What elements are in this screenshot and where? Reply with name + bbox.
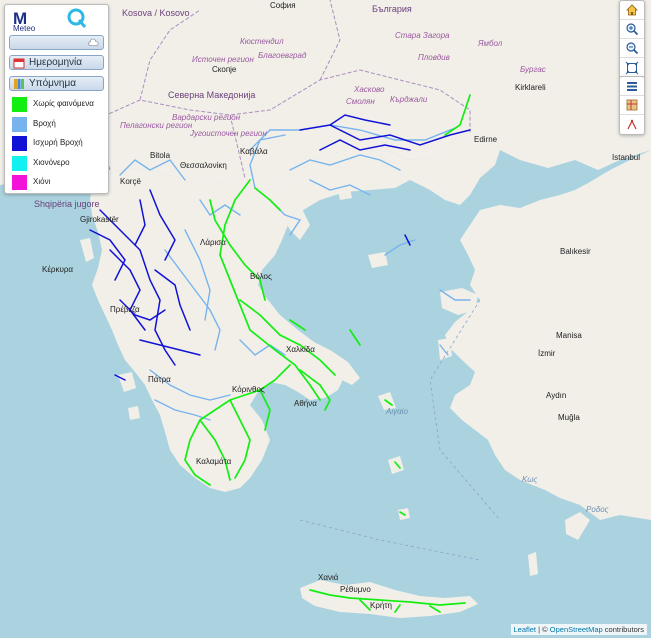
citie-label: Χανιά <box>318 573 339 582</box>
region-label: Кюстендил <box>240 37 284 46</box>
legend-button-label: Υπόμνημα <box>29 78 76 89</box>
legend-swatch <box>12 175 27 191</box>
region-label: Пелагонски регион <box>120 121 193 130</box>
legend-item: Βροχή <box>9 115 104 135</box>
legend-swatch <box>12 136 27 152</box>
citie-label: Aydın <box>546 391 566 400</box>
citie-label: Πρέβεζα <box>110 305 140 314</box>
citie-label: Edirne <box>474 135 498 144</box>
zoom-out-button[interactable] <box>620 39 644 58</box>
measure-button[interactable] <box>620 115 644 134</box>
map-layers-button[interactable] <box>620 96 644 115</box>
cloud-icon <box>88 38 99 46</box>
legend-label: Ισχυρή Βροχή <box>33 138 83 148</box>
osm-link[interactable]: OpenStreetMap <box>550 625 603 634</box>
region-label: Стара Загора <box>395 31 450 40</box>
region-label: Пловдив <box>418 53 450 62</box>
attribution-separator: | © <box>536 625 550 634</box>
legend-swatch <box>12 116 27 132</box>
region-label: Хасково <box>353 85 385 94</box>
region-label: Бургас <box>520 65 546 74</box>
region-label: Смолян <box>346 97 375 106</box>
citie-label: Καβάλα <box>240 147 268 156</box>
legend-swatch <box>12 155 27 171</box>
citie-label: İzmir <box>538 349 556 358</box>
control-panel: M Meteo Ημερομηνία Υπόμνημα Χωρίς φαινόμ… <box>4 4 109 194</box>
calendar-icon <box>13 58 25 68</box>
sea-label: Αιγαίο <box>385 407 408 416</box>
fit-extent-button[interactable] <box>620 58 644 77</box>
zoom-in-icon <box>626 23 639 36</box>
fit-extent-icon <box>625 61 639 74</box>
meteo-logo: M Meteo <box>11 7 101 33</box>
date-button-label: Ημερομηνία <box>29 57 83 68</box>
citie-label: Καλαμάτα <box>196 457 232 466</box>
measure-icon <box>627 119 637 129</box>
layers-list-button[interactable] <box>620 77 644 96</box>
citie-label: София <box>270 1 296 10</box>
legend-label: Χιονόνερο <box>33 157 70 167</box>
zoom-in-button[interactable] <box>620 20 644 39</box>
date-button[interactable]: Ημερομηνία <box>9 55 104 70</box>
map-attribution: Leaflet | © OpenStreetMap contributors <box>510 624 647 635</box>
countrie-label: България <box>372 4 412 14</box>
legend-icon <box>14 78 24 89</box>
citie-label: Κρήτη <box>370 601 392 610</box>
map-layers-toolbar <box>619 76 645 135</box>
citie-label: Ρέθυμνο <box>340 585 371 594</box>
citie-label: Λάρισα <box>200 238 226 247</box>
citie-label: Korçë <box>120 177 141 186</box>
legend-item: Χιονόνερο <box>9 154 104 174</box>
region-label: Ямбол <box>477 39 503 48</box>
layers-list-icon <box>627 82 637 91</box>
map-navigation-toolbar <box>619 0 645 78</box>
legend-label: Χιόνι <box>33 177 51 187</box>
citie-label: Bitola <box>150 151 171 160</box>
citie-label: Kirklareli <box>515 83 546 92</box>
home-button[interactable] <box>620 1 644 20</box>
partner-logo-icon <box>67 8 87 28</box>
countrie-label: Северна Македонија <box>168 90 255 100</box>
map-layers-icon <box>626 99 638 111</box>
region-label: Вардарски регион <box>172 113 241 122</box>
legend-label: Χωρίς φαινόμενα <box>33 99 94 108</box>
citie-label: Αθήνα <box>294 399 317 408</box>
countrie-label: Kosova / Kosovo <box>122 8 190 18</box>
citie-label: Κόρινθος <box>232 385 265 394</box>
citie-label: Manisa <box>556 331 582 340</box>
sea-label: Κως <box>522 475 537 484</box>
region-label: Источен регион <box>192 55 254 64</box>
region-label: Југоисточен регион <box>189 129 267 138</box>
citie-label: Χαλκίδα <box>286 345 315 354</box>
citie-label: Πάτρα <box>148 375 171 384</box>
legend-swatch <box>12 97 27 112</box>
legend-item: Χωρίς φαινόμενα <box>9 95 104 115</box>
legend-label: Βροχή <box>33 118 56 128</box>
citie-label: Balıkesir <box>560 247 591 256</box>
weather-toggle-bar[interactable] <box>9 35 104 50</box>
countrie-label: Shqipëria jugore <box>34 199 100 209</box>
citie-label: Θεσσαλονίκη <box>180 161 227 170</box>
brand-name: Meteo <box>13 24 36 33</box>
legend-list: Χωρίς φαινόμενα Βροχή Ισχυρή Βροχή Χιονό… <box>9 95 104 193</box>
citie-label: Κέρκυρα <box>42 265 73 274</box>
home-icon <box>626 4 638 16</box>
legend-item: Χιόνι <box>9 173 104 193</box>
land-thasos <box>338 188 352 200</box>
leaflet-link[interactable]: Leaflet <box>514 625 537 634</box>
region-label: Кърджали <box>390 95 428 104</box>
citie-label: Gjirokastër <box>80 215 119 224</box>
sea-label: Ροδος <box>586 505 609 514</box>
citie-label: Скопје <box>212 65 237 74</box>
citie-label: Istanbul <box>612 153 640 162</box>
zoom-out-icon <box>626 42 639 55</box>
legend-item: Ισχυρή Βροχή <box>9 134 104 154</box>
legend-button[interactable]: Υπόμνημα <box>9 76 104 91</box>
attribution-suffix: contributors <box>602 625 644 634</box>
citie-label: Βόλος <box>250 272 272 281</box>
region-label: Благоевград <box>258 51 307 60</box>
land-zakynthos <box>128 406 140 420</box>
citie-label: Muğla <box>558 413 580 422</box>
